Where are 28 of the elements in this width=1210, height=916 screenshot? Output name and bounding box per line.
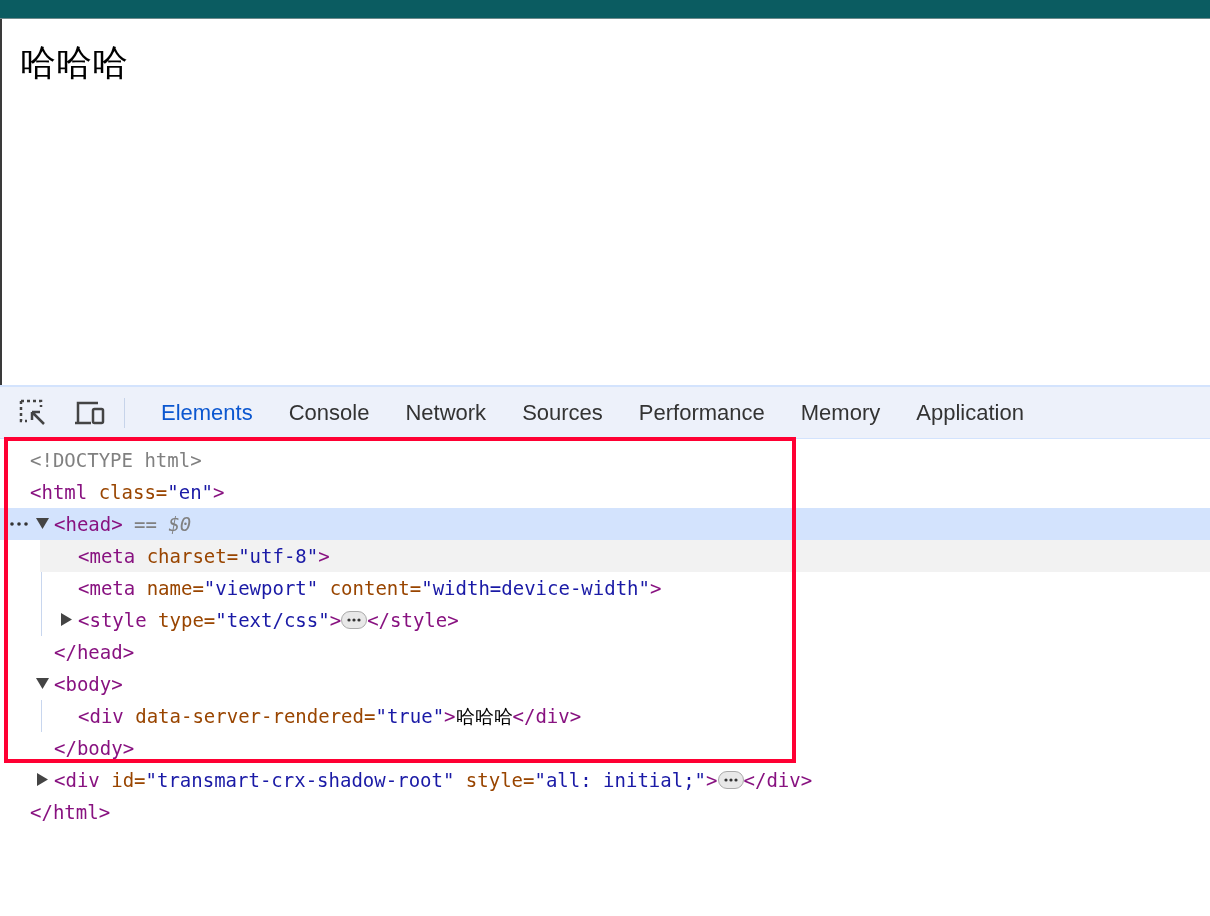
code-line: </html> — [30, 799, 111, 825]
ellipsis-icon[interactable] — [341, 611, 368, 629]
expanded-triangle-icon[interactable] — [36, 677, 49, 690]
collapsed-triangle-icon[interactable] — [36, 773, 49, 786]
devtools-tab[interactable]: Performance — [620, 387, 783, 438]
devtools-tab[interactable]: Console — [270, 387, 388, 438]
code-line: </head> — [54, 639, 135, 665]
ellipsis-icon[interactable] — [717, 771, 744, 789]
collapsed-triangle-icon[interactable] — [60, 613, 73, 626]
code-line: <body> — [54, 671, 123, 697]
expanded-triangle-icon[interactable] — [36, 517, 49, 530]
devtools-tab[interactable]: Application — [898, 387, 1042, 438]
code-line: <meta name="viewport" content="width=device-width"> — [78, 575, 662, 601]
code-line: <div data-server-rendered="true">哈哈哈</div> — [78, 703, 582, 729]
devtools-tab[interactable]: Sources — [504, 387, 621, 438]
code-line: <meta charset="utf-8"> — [78, 543, 330, 569]
devtools-tab[interactable]: Memory — [782, 387, 899, 438]
code-line: <html class="en"> — [30, 479, 225, 505]
code-line: <!DOCTYPE html> — [30, 447, 202, 473]
code-line: <style type="text/css"> </style> — [78, 607, 459, 633]
code-line: <head> == $0 — [54, 511, 192, 537]
devtools-tab[interactable]: Elements — [143, 387, 271, 438]
code-line: </body> — [54, 735, 135, 761]
devtools-tab[interactable]: Network — [387, 387, 505, 438]
more-actions-icon[interactable] — [10, 522, 28, 526]
page-heading: 哈哈哈 — [20, 41, 128, 85]
code-line: <div id="transmart-crx-shadow-root" style="all: initial;"> </div> — [54, 767, 813, 793]
device-toolbar-icon[interactable] — [74, 399, 106, 426]
